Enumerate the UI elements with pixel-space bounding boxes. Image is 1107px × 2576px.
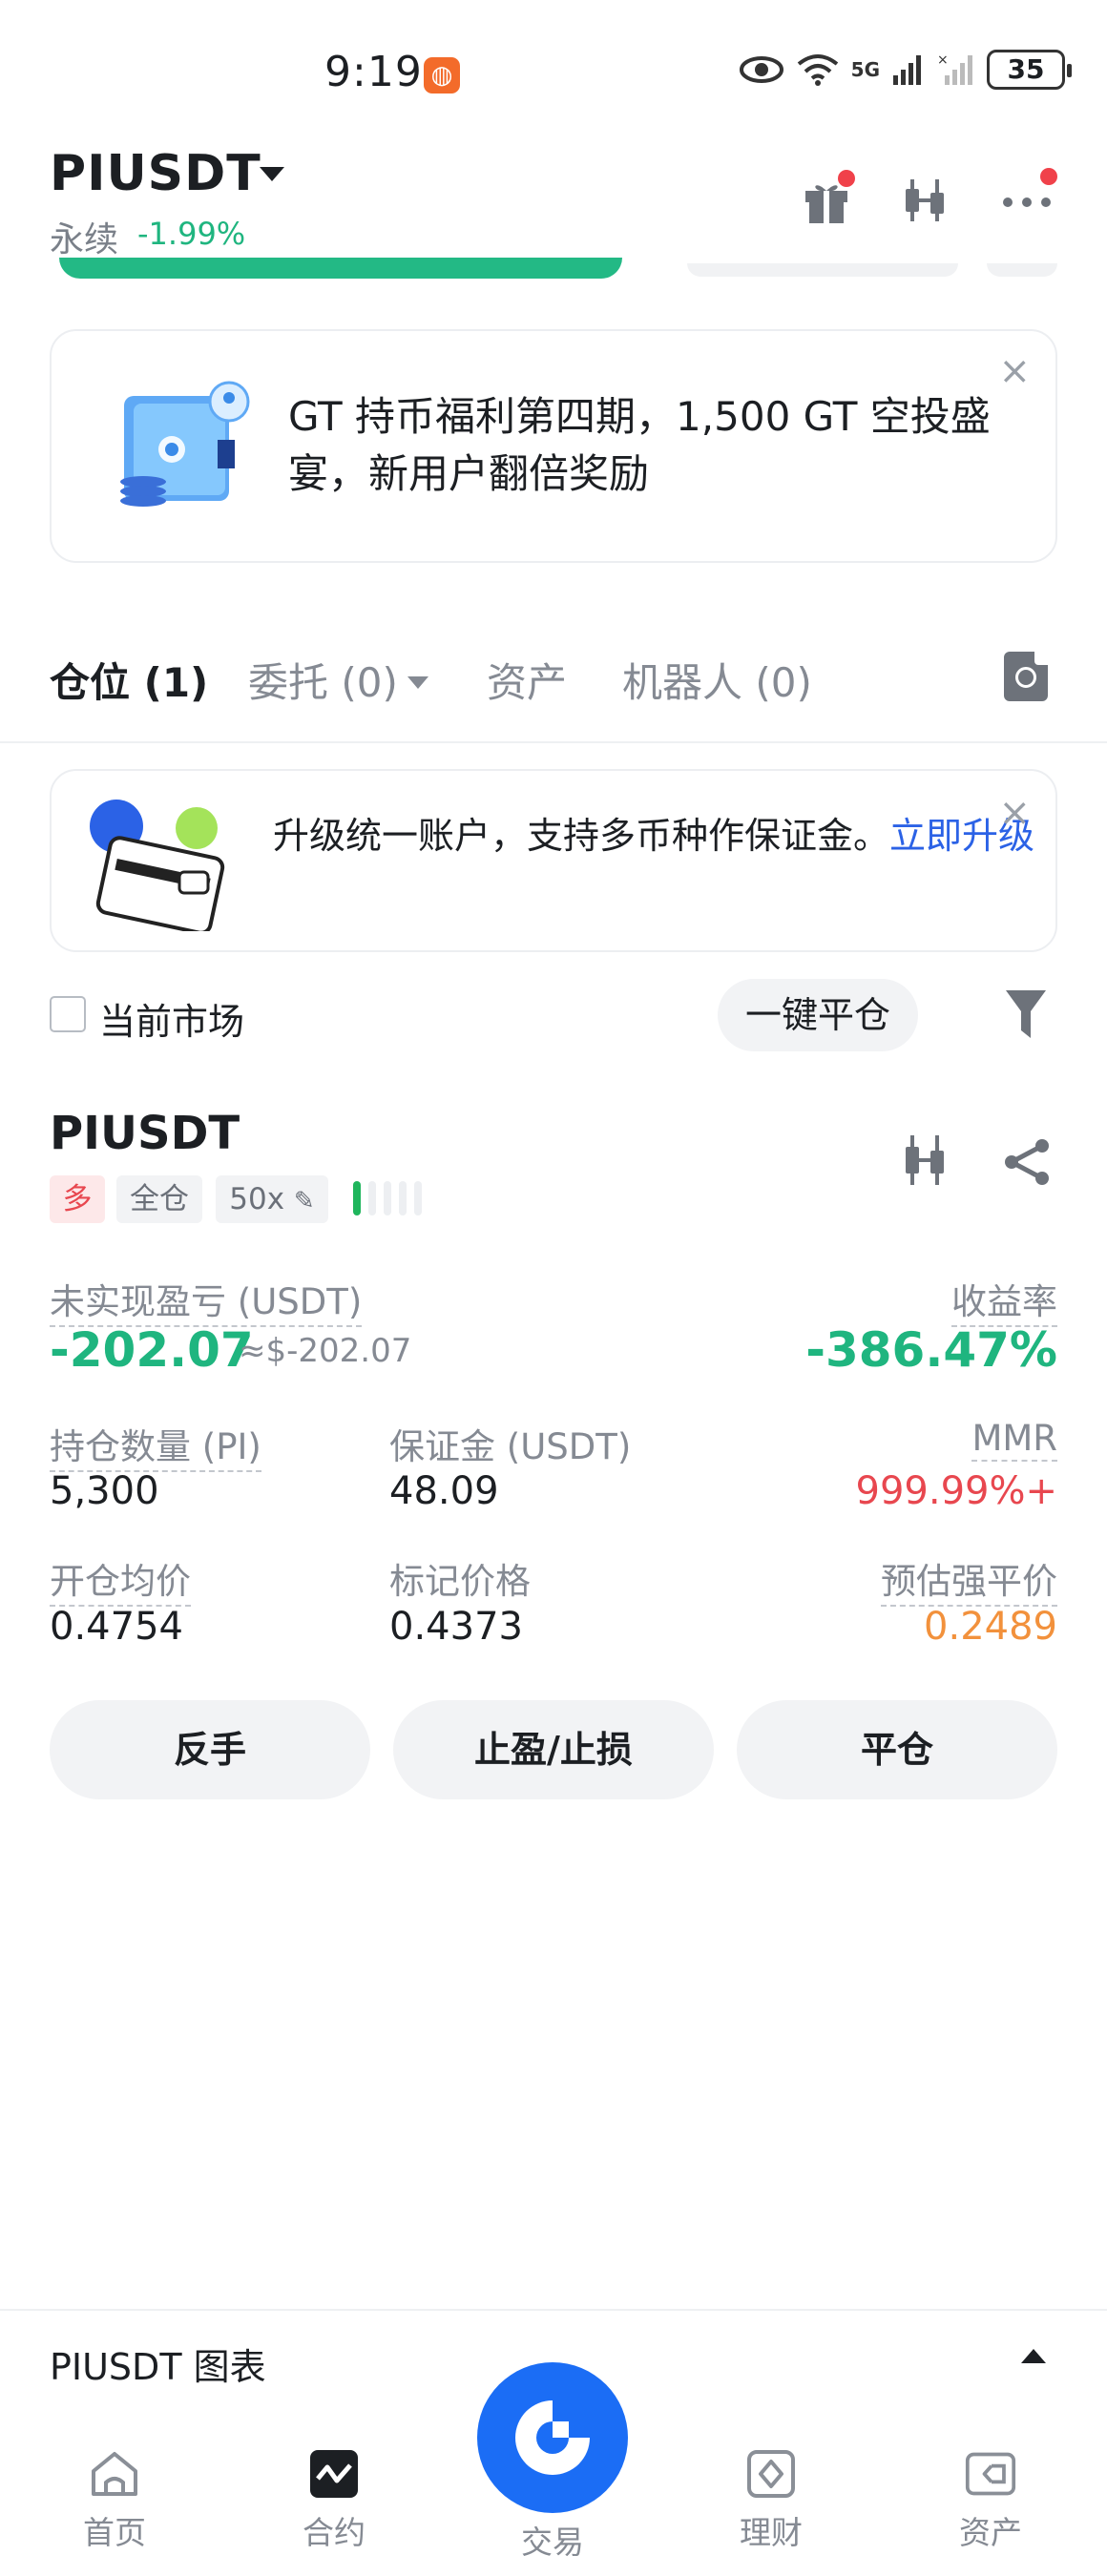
promo-text[interactable]: GT 持币福利第四期，1,500 GT 空投盛宴，新用户翻倍奖励 <box>288 388 1033 503</box>
trade-button[interactable] <box>477 2362 628 2513</box>
battery-indicator: 35 <box>987 50 1072 90</box>
entry-price-label[interactable]: 开仓均价 <box>50 1552 191 1607</box>
mark-price-value: 0.4373 <box>389 1605 523 1649</box>
nav-trade-label[interactable]: 交易 <box>477 2517 628 2563</box>
roe-label[interactable]: 收益率 <box>951 1273 1057 1327</box>
more-icon[interactable] <box>998 168 1057 229</box>
divider <box>0 741 1107 743</box>
futures-icon <box>308 2448 360 2500</box>
upgrade-text: 升级统一账户，支持多币种作保证金。立即升级 <box>273 813 1036 859</box>
gift-notification-dot <box>838 170 855 187</box>
pair-title[interactable]: PIUSDT <box>50 145 261 202</box>
nav-assets[interactable]: 资产 <box>924 2448 1057 2553</box>
unrealized-pnl-label[interactable]: 未实现盈亏 (USDT) <box>50 1273 363 1327</box>
upgrade-banner[interactable]: 升级统一账户，支持多币种作保证金。立即升级 × <box>50 769 1057 952</box>
candlestick-icon[interactable] <box>897 172 954 229</box>
tab-assets[interactable]: 资产 <box>487 651 567 709</box>
share-icon[interactable] <box>1002 1137 1052 1187</box>
more-notification-dot <box>1040 168 1057 185</box>
mark-price-label: 标记价格 <box>389 1561 531 1602</box>
position-chart-icon[interactable] <box>901 1133 950 1187</box>
leverage-badge[interactable]: 50x ✎ <box>216 1175 328 1223</box>
scrolled-progress-bar <box>59 258 622 279</box>
tab-orders-dropdown-icon <box>407 676 428 689</box>
wallet-upgrade-icon <box>90 800 225 931</box>
side-badge: 多 <box>50 1175 105 1223</box>
upgrade-close-icon[interactable]: × <box>998 794 1031 832</box>
close-all-button[interactable]: 一键平仓 <box>718 979 918 1051</box>
signal-icon <box>893 55 921 85</box>
margin-value: 48.09 <box>389 1469 499 1513</box>
current-market-label[interactable]: 当前市场 <box>99 992 244 1045</box>
contract-type: 永续 <box>50 220 119 260</box>
roe-value: -386.47% <box>805 1322 1057 1378</box>
entry-price-value: 0.4754 <box>50 1605 183 1649</box>
divider <box>0 2309 1107 2311</box>
liquidation-price-label[interactable]: 预估强平价 <box>881 1552 1057 1607</box>
tab-positions[interactable]: 仓位 (1) <box>50 651 208 709</box>
filter-icon[interactable] <box>1004 988 1048 1040</box>
tab-orders-label: 委托 (0) <box>248 659 398 706</box>
wallet-icon <box>965 2448 1016 2500</box>
nav-home-label: 首页 <box>83 2514 146 2551</box>
tab-orders[interactable]: 委托 (0) <box>248 651 428 709</box>
eye-icon <box>739 56 783 83</box>
status-icons: 5G × 35 <box>739 50 1072 90</box>
margin-mode-badge: 全仓 <box>116 1175 202 1223</box>
chart-toggle-label[interactable]: PIUSDT 图表 <box>50 2337 266 2390</box>
scrolled-element <box>687 263 958 277</box>
chevron-up-icon[interactable] <box>1021 2349 1046 2363</box>
position-symbol[interactable]: PIUSDT <box>50 1107 240 1160</box>
current-market-checkbox[interactable] <box>50 996 86 1032</box>
reverse-button[interactable]: 反手 <box>50 1700 370 1799</box>
order-history-icon[interactable] <box>1004 652 1048 701</box>
unrealized-pnl-usd: ≈$-202.07 <box>239 1332 412 1370</box>
status-time: 9:19 <box>324 48 423 96</box>
adl-indicator <box>353 1181 422 1215</box>
wifi-icon <box>797 54 838 86</box>
margin-label: 保证金 (USDT) <box>389 1426 632 1467</box>
home-icon <box>89 2448 140 2500</box>
svg-text:×: × <box>937 52 949 68</box>
mmr-label[interactable]: MMR <box>971 1418 1057 1462</box>
nav-home[interactable]: 首页 <box>48 2448 181 2553</box>
price-change: -1.99% <box>137 216 246 252</box>
mmr-value: 999.99%+ <box>855 1469 1057 1513</box>
edit-icon: ✎ <box>293 1187 315 1215</box>
leverage-value: 50x <box>229 1182 285 1216</box>
nav-assets-label: 资产 <box>959 2514 1022 2551</box>
earn-icon <box>745 2448 797 2500</box>
close-position-button[interactable]: 平仓 <box>737 1700 1057 1799</box>
scrolled-element <box>987 263 1057 277</box>
app-notification-icon: ◍ <box>424 57 460 93</box>
quantity-label[interactable]: 持仓数量 (PI) <box>50 1418 261 1472</box>
liquidation-price-value: 0.2489 <box>924 1605 1057 1649</box>
promo-close-icon[interactable]: × <box>998 352 1031 390</box>
promo-banner[interactable]: GT 持币福利第四期，1,500 GT 空投盛宴，新用户翻倍奖励 × <box>50 329 1057 563</box>
tab-bots[interactable]: 机器人 (0) <box>622 651 812 709</box>
nav-futures[interactable]: 合约 <box>267 2448 401 2553</box>
signal-2-icon: × <box>937 52 972 85</box>
nav-earn-label: 理财 <box>740 2514 803 2551</box>
tp-sl-button[interactable]: 止盈/止损 <box>393 1700 714 1799</box>
nav-earn[interactable]: 理财 <box>704 2448 838 2553</box>
gift-icon[interactable] <box>798 170 855 229</box>
unrealized-pnl-value: -202.07 <box>50 1322 254 1378</box>
upgrade-message: 升级统一账户，支持多币种作保证金。 <box>273 815 890 857</box>
wallet-illustration-icon <box>120 381 250 507</box>
nav-futures-label: 合约 <box>303 2514 366 2551</box>
pair-dropdown-icon[interactable] <box>260 167 284 181</box>
trade-logo-icon <box>515 2400 590 2475</box>
network-type: 5G <box>850 58 880 81</box>
quantity-value: 5,300 <box>50 1469 159 1513</box>
